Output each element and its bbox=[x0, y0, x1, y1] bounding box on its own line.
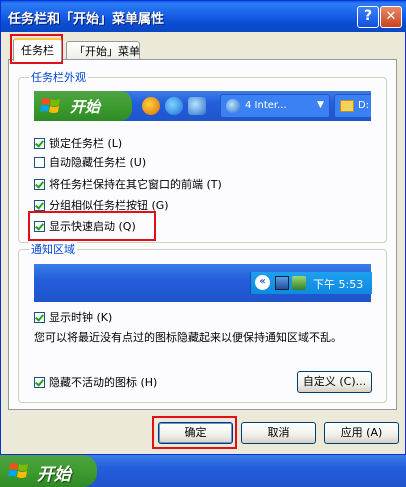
preview-task-folder-label: D: bbox=[358, 100, 370, 111]
auto-hide-checkbox[interactable]: 自动隐藏任务栏 (U) bbox=[34, 154, 146, 170]
checkbox-label: 隐藏不活动的图标 (H) bbox=[49, 376, 158, 389]
notification-preview: « 下午 5:53 bbox=[34, 264, 372, 302]
title-bar[interactable]: 任务栏和「开始」菜单属性 ? ✕ bbox=[1, 1, 406, 32]
preview-task-internet: 4 Inter... ▼ bbox=[220, 94, 330, 118]
notification-description: 您可以将最近没有点过的图标隐藏起来以便保持通知区域不乱。 bbox=[34, 331, 342, 344]
checkbox-label: 锁定任务栏 (L) bbox=[49, 137, 123, 150]
apply-button[interactable]: 应用 (A) bbox=[324, 422, 399, 444]
highlight-quick-launch bbox=[28, 211, 156, 241]
checkbox-box[interactable] bbox=[34, 200, 45, 211]
checkbox-label: 显示时钟 (K) bbox=[49, 311, 113, 324]
window-title: 任务栏和「开始」菜单属性 bbox=[8, 12, 165, 27]
browser-icon bbox=[188, 97, 206, 115]
checkbox-label: 将任务栏保持在其它窗口的前端 (T) bbox=[49, 178, 222, 191]
close-button[interactable]: ✕ bbox=[380, 6, 402, 28]
notification-group-legend: 通知区域 bbox=[29, 241, 77, 257]
preview-start-label: 开始 bbox=[70, 98, 101, 116]
windows-flag-icon bbox=[40, 98, 60, 113]
tab-start-menu[interactable]: 「开始」菜单 bbox=[66, 41, 140, 61]
internet-explorer-icon bbox=[226, 99, 240, 113]
network-icon bbox=[275, 276, 289, 290]
chevron-down-icon: ▼ bbox=[317, 100, 324, 110]
highlight-ok-button bbox=[152, 416, 237, 449]
start-label: 开始 bbox=[37, 465, 71, 485]
tray-area: « 下午 5:53 bbox=[250, 272, 372, 294]
folder-icon bbox=[340, 100, 354, 112]
tray-clock: 下午 5:53 bbox=[313, 278, 364, 291]
hide-inactive-checkbox[interactable]: 隐藏不活动的图标 (H) bbox=[34, 374, 157, 390]
tab-taskbar[interactable]: 任务栏 bbox=[13, 38, 62, 61]
chevron-left-icon: « bbox=[255, 275, 270, 290]
windows-flag-icon bbox=[8, 463, 28, 478]
checkbox-box[interactable] bbox=[34, 312, 45, 323]
checkbox-box[interactable] bbox=[34, 377, 45, 388]
customize-button[interactable]: 自定义 (C)... bbox=[297, 371, 372, 393]
show-clock-checkbox[interactable]: 显示时钟 (K) bbox=[34, 309, 112, 325]
tray-app-icon bbox=[292, 276, 306, 290]
start-button[interactable]: 开始 bbox=[0, 455, 97, 487]
checkbox-box[interactable] bbox=[34, 157, 45, 168]
preview-start-button: 开始 bbox=[34, 91, 132, 121]
lock-taskbar-checkbox[interactable]: 锁定任务栏 (L) bbox=[34, 135, 122, 151]
checkbox-label: 自动隐藏任务栏 (U) bbox=[49, 156, 147, 169]
taskbar: 开始 bbox=[0, 455, 406, 487]
preview-task-folder: D: bbox=[334, 94, 371, 118]
taskbar-preview: 开始 4 Inter... ▼ D: bbox=[34, 91, 371, 121]
preview-task-internet-label: 4 Inter... bbox=[245, 100, 287, 111]
checkbox-box[interactable] bbox=[34, 179, 45, 190]
checkbox-box[interactable] bbox=[34, 138, 45, 149]
internet-explorer-icon bbox=[165, 97, 183, 115]
properties-dialog: 任务栏和「开始」菜单属性 ? ✕ 任务栏 「开始」菜单 任务栏外观 开始 4 I… bbox=[0, 0, 406, 455]
keep-on-top-checkbox[interactable]: 将任务栏保持在其它窗口的前端 (T) bbox=[34, 176, 222, 192]
appearance-group-legend: 任务栏外观 bbox=[29, 69, 88, 85]
cancel-button[interactable]: 取消 bbox=[241, 422, 316, 444]
help-button[interactable]: ? bbox=[357, 6, 379, 28]
media-player-icon bbox=[142, 97, 160, 115]
